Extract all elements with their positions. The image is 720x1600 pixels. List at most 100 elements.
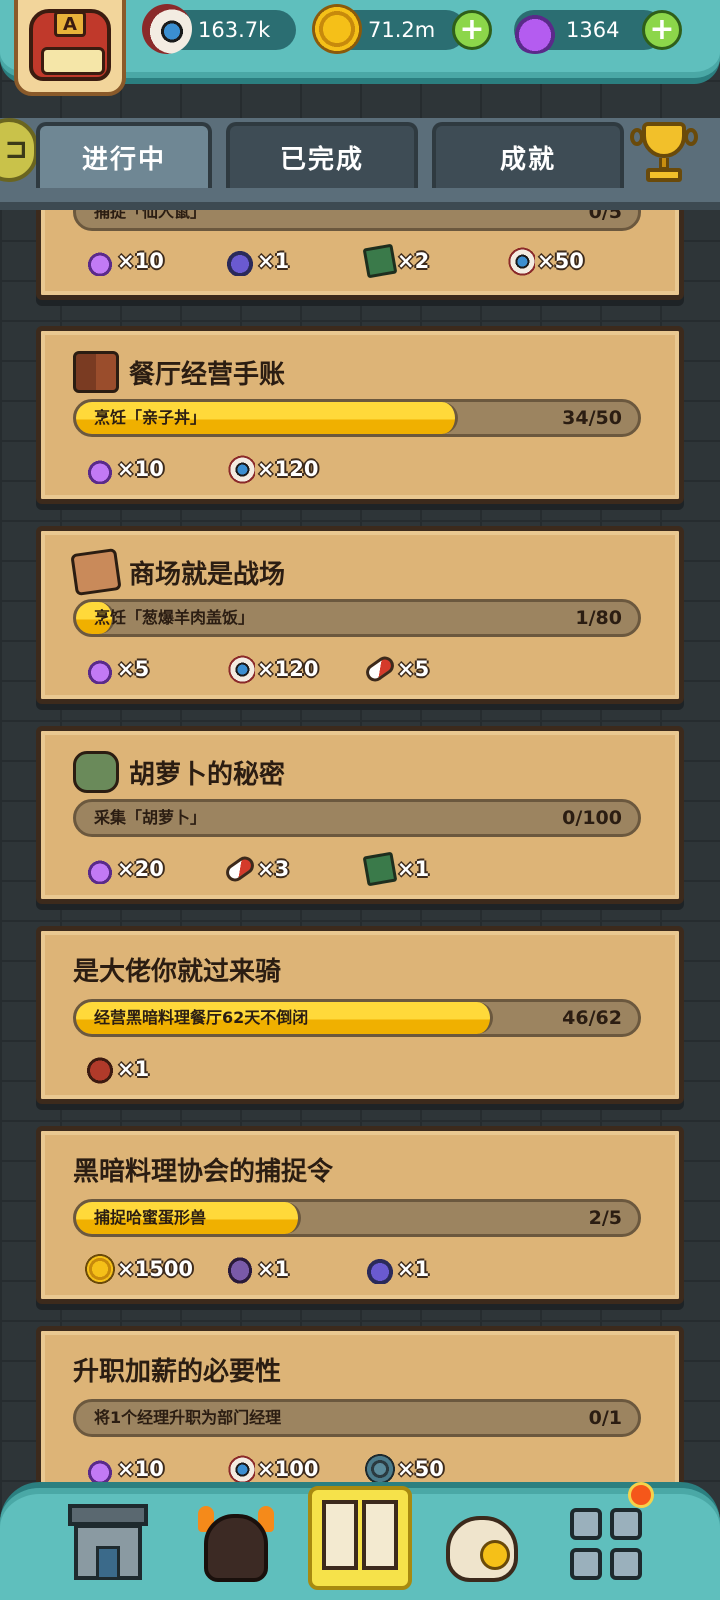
monster-icon — [73, 751, 119, 793]
add-potion-button[interactable]: + — [642, 10, 682, 50]
reward-item: ×5 — [85, 651, 149, 687]
quest-task: 烹饪「葱爆羊肉盖饭」 — [94, 608, 255, 627]
quest-title: 黑暗料理协会的捕捉令 — [73, 1157, 334, 1187]
reward-item: ×120 — [225, 451, 318, 487]
card-icon — [362, 243, 398, 279]
crystal-icon — [365, 1254, 395, 1284]
reward-item: ×2 — [362, 243, 429, 279]
reward-item: ×120 — [225, 651, 318, 687]
reward-item: ×1500 — [85, 1251, 193, 1287]
gold-coin-icon — [312, 4, 362, 54]
card-icon — [362, 851, 398, 887]
quest-progress-bar: 采集「胡萝卜」 0/100 — [73, 799, 641, 837]
recipe-book-icon — [73, 351, 119, 393]
quest-task: 捕捉「仙人鼠」 — [94, 210, 207, 221]
quest-progress-count: 1/80 — [575, 607, 622, 629]
quest-progress-count: 0/1 — [588, 1407, 622, 1429]
quest-rewards: ×5 ×120 ×5 — [85, 651, 665, 687]
quest-progress-bar: 将1个经理升职为部门经理 0/1 — [73, 1399, 641, 1437]
reward-item: ×1 — [225, 243, 289, 279]
quest-progress-bar: 烹饪「亲子丼」 34/50 — [73, 399, 641, 437]
quest-rewards: ×1 — [85, 1051, 665, 1087]
quest-task: 采集「胡萝卜」 — [94, 808, 207, 827]
reward-item: ×1 — [362, 851, 429, 887]
potion-icon — [85, 454, 115, 484]
tab-achievements[interactable]: 成就 — [432, 122, 624, 188]
quest-task: 将1个经理升职为部门经理 — [94, 1408, 282, 1427]
quest-card[interactable]: 商场就是战场 烹饪「葱爆羊肉盖饭」 1/80 ×5 ×120 ×5 — [36, 526, 684, 704]
trophy-icon[interactable] — [628, 116, 700, 186]
gold-value: 71.2m — [368, 18, 436, 42]
eyeball-icon — [142, 4, 192, 54]
purple-potion-icon — [510, 4, 560, 54]
monster-icon[interactable] — [194, 1500, 278, 1586]
quest-book-icon[interactable] — [308, 1486, 412, 1590]
reward-item: ×10 — [85, 243, 164, 279]
quest-progress-count: 46/62 — [562, 1007, 622, 1029]
monster-face-icon: A — [29, 9, 111, 81]
player-avatar[interactable]: A — [14, 0, 126, 96]
eyeball-icon — [225, 654, 255, 684]
quest-card[interactable]: 黑暗料理协会的捕捉令 捕捉哈蜜蛋形兽 2/5 ×1500 ×1 ×1 — [36, 1126, 684, 1304]
quest-card[interactable]: 胡萝卜的秘密 采集「胡萝卜」 0/100 ×20 ×3 ×1 — [36, 726, 684, 904]
resource-bar: A 163.7k 71.2m + 1364 + — [0, 0, 720, 96]
quest-rewards: ×20 ×3 ×1 — [85, 851, 665, 887]
quest-title: 餐厅经营手账 — [73, 351, 285, 393]
quest-card[interactable]: 是大佬你就过来骑 经营黑暗料理餐厅62天不倒闭 46/62 ×1 — [36, 926, 684, 1104]
eyeball-icon — [225, 454, 255, 484]
eyeball-icon — [225, 1454, 255, 1484]
egg-icon — [225, 1254, 255, 1284]
reward-item: ×3 — [222, 851, 289, 887]
bottom-nav — [0, 1482, 720, 1600]
reward-item: ×1 — [85, 1051, 149, 1087]
quest-title: 升职加薪的必要性 — [73, 1357, 282, 1387]
side-panel-icon: ⊐ — [4, 132, 28, 165]
eyeball-value: 163.7k — [198, 18, 271, 42]
quest-title: 是大佬你就过来骑 — [73, 957, 282, 987]
quest-task: 经营黑暗料理餐厅62天不倒闭 — [94, 1008, 309, 1027]
potion-value: 1364 — [566, 18, 620, 42]
pill-icon — [222, 853, 258, 885]
quest-task: 烹饪「亲子丼」 — [94, 408, 207, 427]
eyeball-icon — [505, 246, 535, 276]
quest-progress-bar: 捕捉「仙人鼠」 0/5 — [73, 210, 641, 231]
crystal-icon — [225, 246, 255, 276]
reward-item: ×10 — [85, 451, 164, 487]
quest-title: 商场就是战场 — [70, 548, 285, 596]
tab-completed[interactable]: 已完成 — [226, 122, 418, 188]
eyeball-counter: 163.7k — [142, 4, 296, 54]
quest-card[interactable]: 餐厅经营手账 烹饪「亲子丼」 34/50 ×10 ×120 — [36, 326, 684, 504]
quest-progress-bar: 捕捉哈蜜蛋形兽 2/5 — [73, 1199, 641, 1237]
quest-task: 捕捉哈蜜蛋形兽 — [94, 1208, 207, 1227]
quest-card[interactable]: 升职加薪的必要性 将1个经理升职为部门经理 0/1 ×10 ×100 ×50 — [36, 1326, 684, 1490]
menu-grid-icon[interactable] — [566, 1482, 654, 1586]
quest-progress-count: 0/100 — [562, 807, 622, 829]
potion-icon — [85, 854, 115, 884]
quest-card[interactable]: 捕捉「仙人鼠」 0/5 ×10 ×1 ×2 ×50 — [36, 210, 684, 300]
gold-counter: 71.2m — [312, 4, 466, 54]
add-gold-button[interactable]: + — [452, 10, 492, 50]
map-scroll-icon — [70, 548, 122, 596]
quest-progress-count: 0/5 — [588, 210, 622, 223]
quest-list[interactable]: 捕捉「仙人鼠」 0/5 ×10 ×1 ×2 ×50 餐厅经营手账 烹饪「亲子丼」… — [0, 210, 720, 1490]
gear-token-icon — [365, 1454, 395, 1484]
tab-in-progress[interactable]: 进行中 — [36, 122, 212, 188]
notification-badge — [628, 1482, 654, 1508]
quest-progress-bar: 经营黑暗料理餐厅62天不倒闭 46/62 — [73, 999, 641, 1037]
potion-icon — [85, 1454, 115, 1484]
potion-icon — [85, 654, 115, 684]
quest-rewards: ×1500 ×1 ×1 — [85, 1251, 665, 1287]
gold-coin-icon — [85, 1254, 115, 1284]
quest-progress-bar: 烹饪「葱爆羊肉盖饭」 1/80 — [73, 599, 641, 637]
quest-rewards: ×10 ×1 ×2 ×50 — [85, 243, 665, 279]
quest-rewards: ×10 ×120 — [85, 451, 665, 487]
money-bag-icon[interactable] — [440, 1500, 524, 1586]
reward-item: ×20 — [85, 851, 164, 887]
mount-icon — [85, 1054, 115, 1084]
potion-icon — [85, 246, 115, 276]
restaurant-icon[interactable] — [66, 1500, 150, 1586]
pill-icon — [362, 653, 398, 685]
quest-title: 胡萝卜的秘密 — [73, 751, 285, 793]
reward-item: ×5 — [362, 651, 429, 687]
quest-progress-count: 34/50 — [562, 407, 622, 429]
